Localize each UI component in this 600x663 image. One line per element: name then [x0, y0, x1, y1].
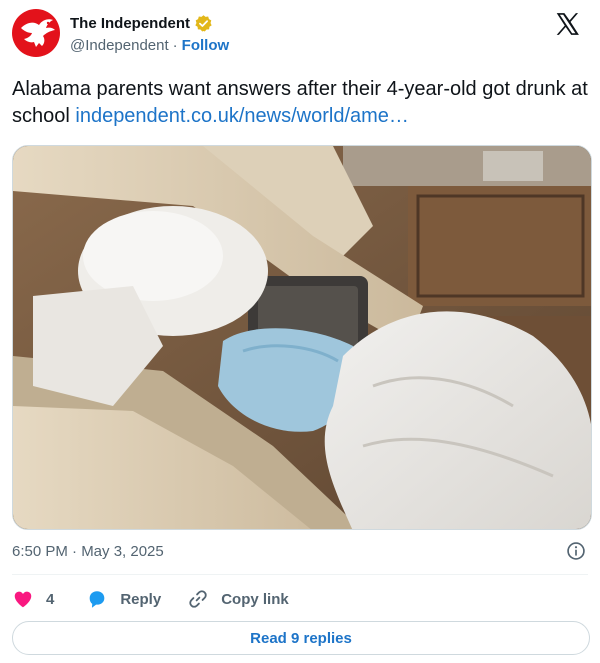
tweet-media-image[interactable]	[12, 145, 592, 530]
tweet-header: The Independent @Independent · Follow	[12, 9, 588, 61]
display-name[interactable]: The Independent	[70, 15, 190, 32]
article-link[interactable]: independent.co.uk/news/world/ame…	[75, 105, 409, 127]
hospital-bed-photo	[13, 146, 591, 529]
x-logo-icon[interactable]	[554, 11, 580, 37]
account-handle[interactable]: @Independent	[70, 37, 169, 54]
link-icon	[189, 590, 207, 608]
avatar[interactable]	[12, 9, 60, 57]
info-icon[interactable]	[566, 541, 586, 561]
copy-link-button[interactable]: Copy link	[187, 588, 289, 610]
action-bar: 4 Reply Copy link	[12, 587, 289, 611]
heart-icon	[14, 591, 32, 608]
eagle-logo-icon	[21, 19, 55, 47]
tweet-card: The Independent @Independent · Follow Al…	[0, 0, 600, 663]
tweet-text: Alabama parents want answers after their…	[12, 76, 588, 130]
like-count: 4	[46, 590, 55, 608]
copy-link-label: Copy link	[221, 590, 289, 608]
speech-bubble-icon	[90, 591, 105, 608]
follow-button[interactable]: Follow	[182, 37, 230, 54]
like-button[interactable]: 4	[12, 588, 54, 610]
separator-dot: ·	[172, 36, 178, 54]
read-replies-button[interactable]: Read 9 replies	[12, 621, 590, 655]
timestamp[interactable]: 6:50 PM · May 3, 2025	[12, 543, 164, 560]
divider	[12, 574, 588, 575]
tweet-meta: 6:50 PM · May 3, 2025	[12, 541, 588, 563]
reply-button[interactable]: Reply	[86, 588, 161, 610]
account-info: The Independent @Independent · Follow	[70, 12, 229, 56]
reply-label: Reply	[120, 590, 162, 608]
verified-badge-icon	[195, 14, 212, 31]
